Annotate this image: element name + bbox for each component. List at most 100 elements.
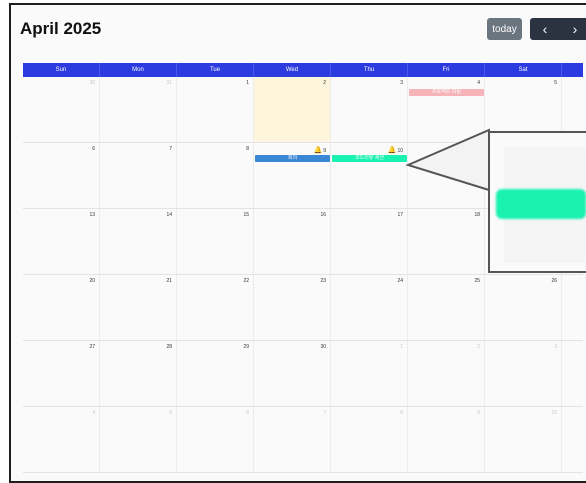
day-number: 1 xyxy=(246,80,249,86)
day-cell[interactable]: 4 xyxy=(23,407,100,472)
day-cell[interactable]: 31 xyxy=(100,77,177,142)
zoom-callout xyxy=(488,131,586,273)
day-cell[interactable]: 3 xyxy=(331,77,408,142)
day-cell[interactable]: 4 프로젝트 미팅 xyxy=(408,77,485,142)
day-cell[interactable]: 13 xyxy=(23,209,100,274)
day-number: 7 xyxy=(323,410,326,416)
day-number: 11 xyxy=(474,146,480,152)
nav-button-group: ‹ › xyxy=(530,18,586,40)
weekday-sun: Sun xyxy=(23,63,100,77)
day-number: 2 xyxy=(323,80,326,86)
day-cell[interactable]: 7 xyxy=(100,143,177,208)
day-number: 30 xyxy=(320,344,326,350)
day-cell[interactable]: 🔔10 코드리뷰 세션 xyxy=(331,143,408,208)
day-cell[interactable]: 30 xyxy=(23,77,100,142)
day-number: 6 xyxy=(92,146,95,152)
day-cell[interactable]: 2 xyxy=(408,341,485,406)
day-cell[interactable]: 14 xyxy=(100,209,177,274)
day-number: 29 xyxy=(243,344,249,350)
day-number: 8 xyxy=(246,146,249,152)
day-cell[interactable]: 8 xyxy=(331,407,408,472)
day-cell[interactable]: 26 xyxy=(485,275,562,340)
weekday-fri: Fri xyxy=(408,63,485,77)
day-cell[interactable]: 1 xyxy=(331,341,408,406)
week-row: 20 21 22 23 24 25 26 xyxy=(23,275,583,341)
day-number: 6 xyxy=(246,410,249,416)
day-number: 2 xyxy=(477,344,480,350)
day-cell[interactable]: 20 xyxy=(23,275,100,340)
day-cell[interactable]: 6 xyxy=(177,407,254,472)
day-number: 3 xyxy=(554,344,557,350)
day-number: 1 xyxy=(400,344,403,350)
day-number: 5 xyxy=(554,80,557,86)
day-number: 4 xyxy=(92,410,95,416)
day-number: 10 xyxy=(551,410,557,416)
event-bar[interactable]: 프로젝트 미팅 xyxy=(409,89,484,96)
week-row: 4 5 6 7 8 9 10 xyxy=(23,407,583,473)
day-number: 22 xyxy=(243,278,249,284)
day-number: 9 xyxy=(477,410,480,416)
day-number: 24 xyxy=(397,278,403,284)
day-cell[interactable]: 28 xyxy=(100,341,177,406)
day-number: 30 xyxy=(89,80,95,86)
day-cell[interactable]: 3 xyxy=(485,341,562,406)
day-cell[interactable]: 11 xyxy=(408,143,485,208)
weekday-mon: Mon xyxy=(100,63,177,77)
day-number: 20 xyxy=(89,278,95,284)
bell-icon: 🔔 xyxy=(313,147,323,154)
today-button[interactable]: today xyxy=(487,18,522,40)
day-cell[interactable]: 25 xyxy=(408,275,485,340)
day-cell[interactable]: 27 xyxy=(23,341,100,406)
day-cell[interactable]: 2 xyxy=(254,77,331,142)
day-cell[interactable]: 23 xyxy=(254,275,331,340)
bell-icon: 🔔 xyxy=(387,147,397,154)
day-cell[interactable]: 24 xyxy=(331,275,408,340)
day-cell[interactable]: 1 xyxy=(177,77,254,142)
weekday-sat: Sat xyxy=(485,63,562,77)
day-cell[interactable]: 8 xyxy=(177,143,254,208)
day-cell[interactable]: 15 xyxy=(177,209,254,274)
day-cell[interactable]: 16 xyxy=(254,209,331,274)
day-number: 4 xyxy=(477,80,480,86)
day-number: 🔔10 xyxy=(387,147,403,154)
next-month-button[interactable]: › xyxy=(560,18,586,40)
day-number: 7 xyxy=(169,146,172,152)
day-cell[interactable]: 10 xyxy=(485,407,562,472)
day-number: 26 xyxy=(551,278,557,284)
day-cell[interactable]: 18 xyxy=(408,209,485,274)
day-cell[interactable]: 21 xyxy=(100,275,177,340)
day-cell[interactable]: 6 xyxy=(23,143,100,208)
day-number: 28 xyxy=(166,344,172,350)
day-cell[interactable]: 29 xyxy=(177,341,254,406)
day-number: 16 xyxy=(320,212,326,218)
weekday-thu: Thu xyxy=(331,63,408,77)
prev-month-button[interactable]: ‹ xyxy=(530,18,560,40)
zoom-event-bar xyxy=(496,189,586,219)
day-number: 13 xyxy=(89,212,95,218)
day-cell[interactable]: 9 xyxy=(408,407,485,472)
day-number: 🔔9 xyxy=(313,147,327,154)
day-number: 15 xyxy=(243,212,249,218)
chevron-left-icon: ‹ xyxy=(542,21,548,37)
calendar-title: April 2025 xyxy=(20,19,102,38)
day-number: 17 xyxy=(397,212,403,218)
day-cell[interactable]: 🔔9 회의 xyxy=(254,143,331,208)
day-number: 5 xyxy=(169,410,172,416)
day-number: 27 xyxy=(89,344,95,350)
day-number: 3 xyxy=(400,80,403,86)
day-cell[interactable]: 5 xyxy=(100,407,177,472)
day-number: 18 xyxy=(474,212,480,218)
day-number: 14 xyxy=(166,212,172,218)
event-bar[interactable]: 코드리뷰 세션 xyxy=(332,155,407,162)
day-number: 21 xyxy=(166,278,172,284)
event-bar[interactable]: 회의 xyxy=(255,155,330,162)
day-cell[interactable]: 17 xyxy=(331,209,408,274)
weekday-wed: Wed xyxy=(254,63,331,77)
day-number: 25 xyxy=(474,278,480,284)
day-cell[interactable]: 30 xyxy=(254,341,331,406)
day-cell[interactable]: 22 xyxy=(177,275,254,340)
chevron-right-icon: › xyxy=(572,21,578,37)
day-cell[interactable]: 7 xyxy=(254,407,331,472)
day-number: 8 xyxy=(400,410,403,416)
weekday-header: Sun Mon Tue Wed Thu Fri Sat xyxy=(23,63,583,77)
